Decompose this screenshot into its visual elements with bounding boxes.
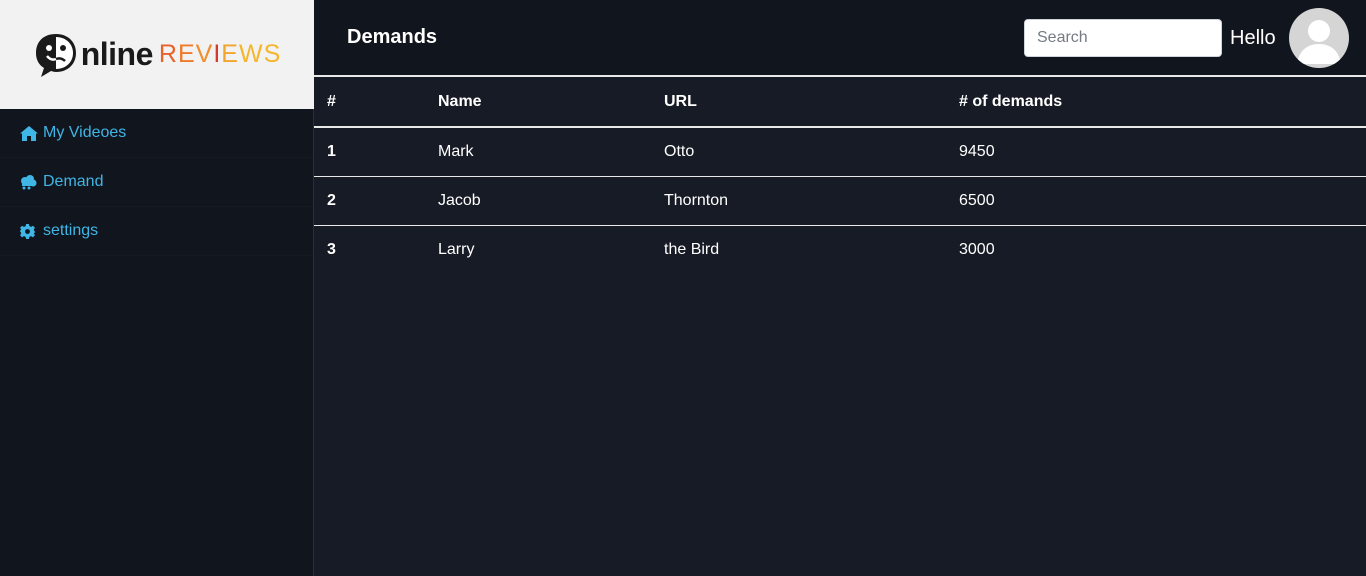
avatar[interactable] xyxy=(1289,8,1349,68)
cell-url: Otto xyxy=(651,127,946,177)
demands-table: # Name URL # of demands 1 Mark Otto 9450… xyxy=(314,77,1366,274)
main-content: Demands Hello # Name URL # of demands xyxy=(314,0,1366,576)
logo-text-nline: nline xyxy=(80,36,154,72)
cell-number: 2 xyxy=(314,176,425,226)
logo-area[interactable]: nline REVIEWS xyxy=(0,0,314,109)
table-body: 1 Mark Otto 9450 2 Jacob Thornton 6500 3… xyxy=(314,127,1366,274)
cell-number: 3 xyxy=(327,240,336,258)
sidebar-nav: My Videoes Demand settings xyxy=(0,109,313,256)
greeting-text: Hello xyxy=(1230,27,1276,49)
logo-letter: E xyxy=(221,40,239,68)
table-row[interactable]: 1 Mark Otto 9450 xyxy=(314,127,1366,177)
user-silhouette-icon xyxy=(1297,20,1341,64)
page-title: Demands xyxy=(347,26,438,48)
logo-letter: E xyxy=(177,40,196,68)
sidebar-item-label: My Videoes xyxy=(43,124,127,141)
brand-logo: nline REVIEWS xyxy=(33,31,282,79)
logo-letter: W xyxy=(238,40,264,68)
cell-demands: 6500 xyxy=(946,176,1366,226)
sidebar-item-my-videoes[interactable]: My Videoes xyxy=(0,109,313,158)
gear-icon xyxy=(20,223,38,239)
speech-bubble-face-logo-icon xyxy=(35,33,76,77)
logo-text-reviews: REVIEWS xyxy=(159,40,281,69)
cell-url: Thornton xyxy=(651,176,946,226)
table-header-row: # Name URL # of demands xyxy=(314,77,1366,128)
cloud-icon xyxy=(20,174,38,190)
cell-name: Mark xyxy=(425,127,651,177)
table-row[interactable]: 3 Larry the Bird 3000 xyxy=(314,225,1366,274)
column-header-demands[interactable]: # of demands xyxy=(946,77,1366,128)
sidebar-item-demand[interactable]: Demand xyxy=(0,158,313,207)
cell-demands: 9450 xyxy=(946,127,1366,177)
column-header-number[interactable]: # xyxy=(314,77,425,128)
search-input[interactable] xyxy=(1024,19,1222,57)
cell-demands: 3000 xyxy=(959,240,995,258)
cell-number: 1 xyxy=(314,127,425,177)
sidebar: nline REVIEWS My Videoes Demand settings xyxy=(0,0,314,576)
logo-letter: R xyxy=(158,40,178,68)
cell-name: Jacob xyxy=(425,176,651,226)
cell-url: the Bird xyxy=(664,240,720,258)
table-row[interactable]: 2 Jacob Thornton 6500 xyxy=(314,176,1366,226)
table-header: # Name URL # of demands xyxy=(314,77,1366,128)
cell-name: Larry xyxy=(438,240,475,258)
app-root: nline REVIEWS My Videoes Demand settings… xyxy=(0,0,1366,576)
sidebar-item-label: settings xyxy=(43,222,99,239)
logo-letter: S xyxy=(263,40,282,68)
home-icon xyxy=(20,125,38,141)
column-header-url[interactable]: URL xyxy=(651,77,946,128)
logo-letter: V xyxy=(195,40,214,68)
column-header-name[interactable]: Name xyxy=(425,77,651,128)
sidebar-item-label: Demand xyxy=(43,173,104,190)
sidebar-item-settings[interactable]: settings xyxy=(0,207,313,256)
top-bar: Demands Hello xyxy=(314,0,1366,77)
